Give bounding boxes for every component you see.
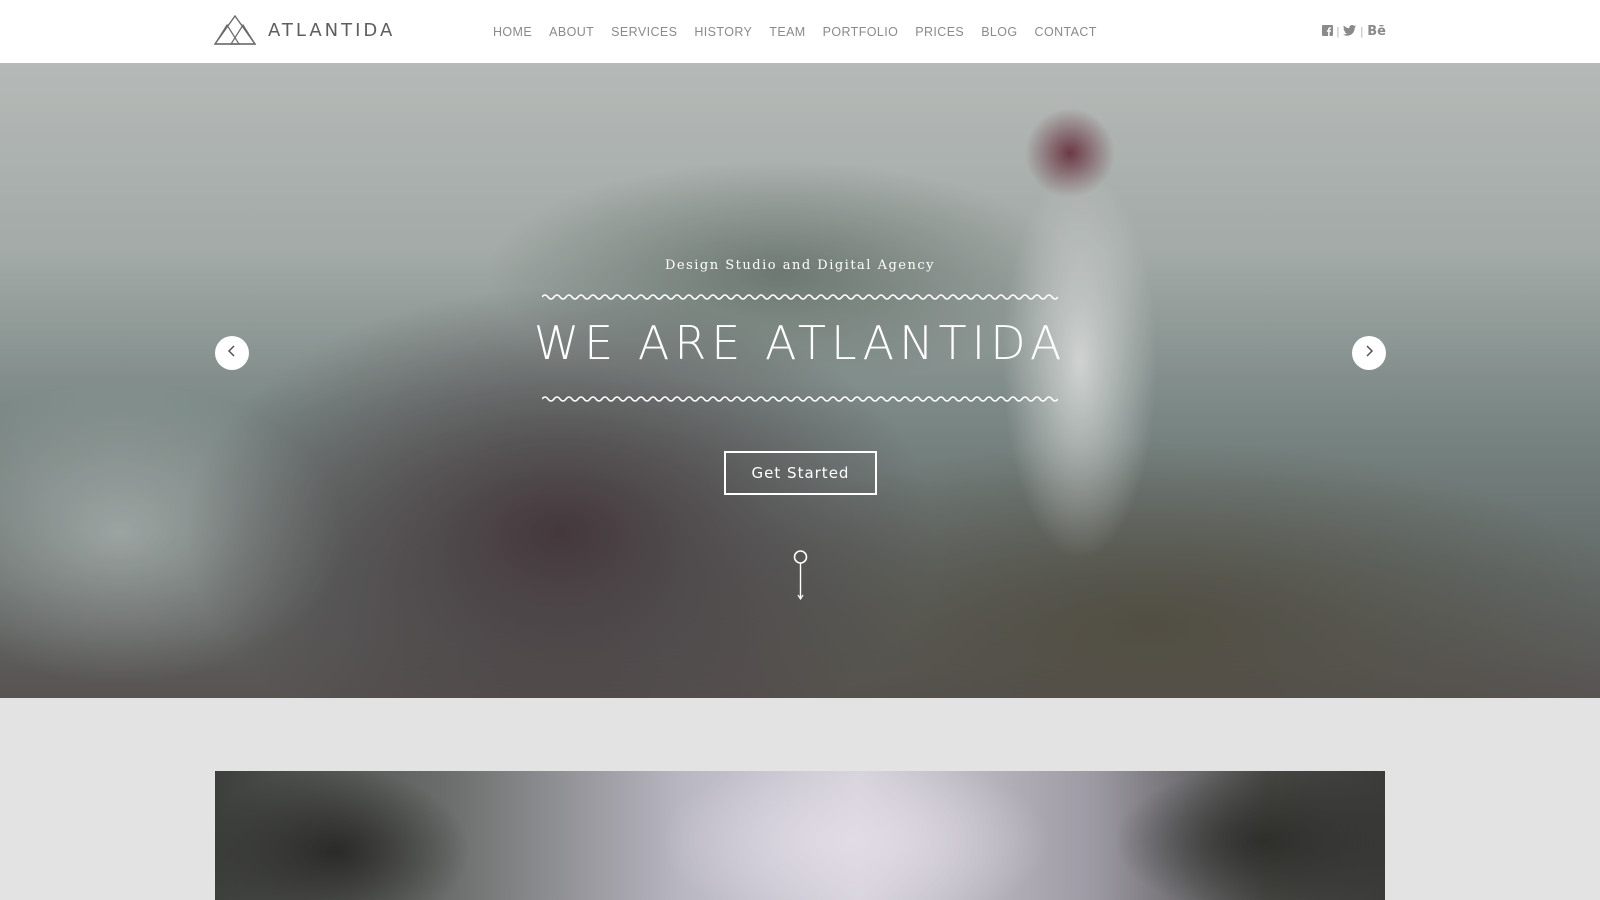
social-links: | | Bē	[1321, 24, 1386, 39]
prev-slide-button[interactable]	[215, 336, 249, 370]
main-nav: HOME ABOUT SERVICES HISTORY TEAM PORTFOL…	[493, 0, 1097, 63]
nav-item-prices[interactable]: PRICES	[915, 25, 964, 39]
nav-item-home[interactable]: HOME	[493, 25, 532, 39]
wave-divider-bottom	[542, 396, 1058, 402]
twitter-icon[interactable]	[1343, 24, 1357, 39]
behance-icon[interactable]: Bē	[1367, 24, 1386, 39]
triangles-logo-icon	[214, 15, 256, 45]
nav-item-contact[interactable]: CONTACT	[1035, 25, 1097, 39]
social-divider: |	[1360, 25, 1364, 38]
wave-divider-top	[542, 294, 1058, 300]
social-divider: |	[1336, 25, 1340, 38]
hero-background-image	[0, 63, 1600, 698]
facebook-icon[interactable]	[1321, 24, 1333, 39]
scroll-down-icon[interactable]	[792, 487, 809, 602]
logo[interactable]: ATLANTIDA	[214, 15, 395, 45]
featured-image	[215, 771, 1385, 900]
hero-slider: Design Studio and Digital Agency WE ARE …	[0, 63, 1600, 698]
nav-item-services[interactable]: SERVICES	[611, 25, 677, 39]
nav-item-blog[interactable]: BLOG	[981, 25, 1017, 39]
nav-item-portfolio[interactable]: PORTFOLIO	[823, 25, 899, 39]
nav-item-team[interactable]: TEAM	[769, 25, 805, 39]
nav-item-about[interactable]: ABOUT	[549, 25, 594, 39]
hero-subtitle: Design Studio and Digital Agency	[664, 258, 935, 273]
logo-text: ATLANTIDA	[268, 19, 396, 41]
nav-item-history[interactable]: HISTORY	[694, 25, 752, 39]
site-header: ATLANTIDA HOME ABOUT SERVICES HISTORY TE…	[0, 0, 1600, 63]
next-slide-button[interactable]	[1352, 336, 1386, 370]
chevron-right-icon	[1364, 344, 1374, 363]
chevron-left-icon	[227, 344, 237, 363]
